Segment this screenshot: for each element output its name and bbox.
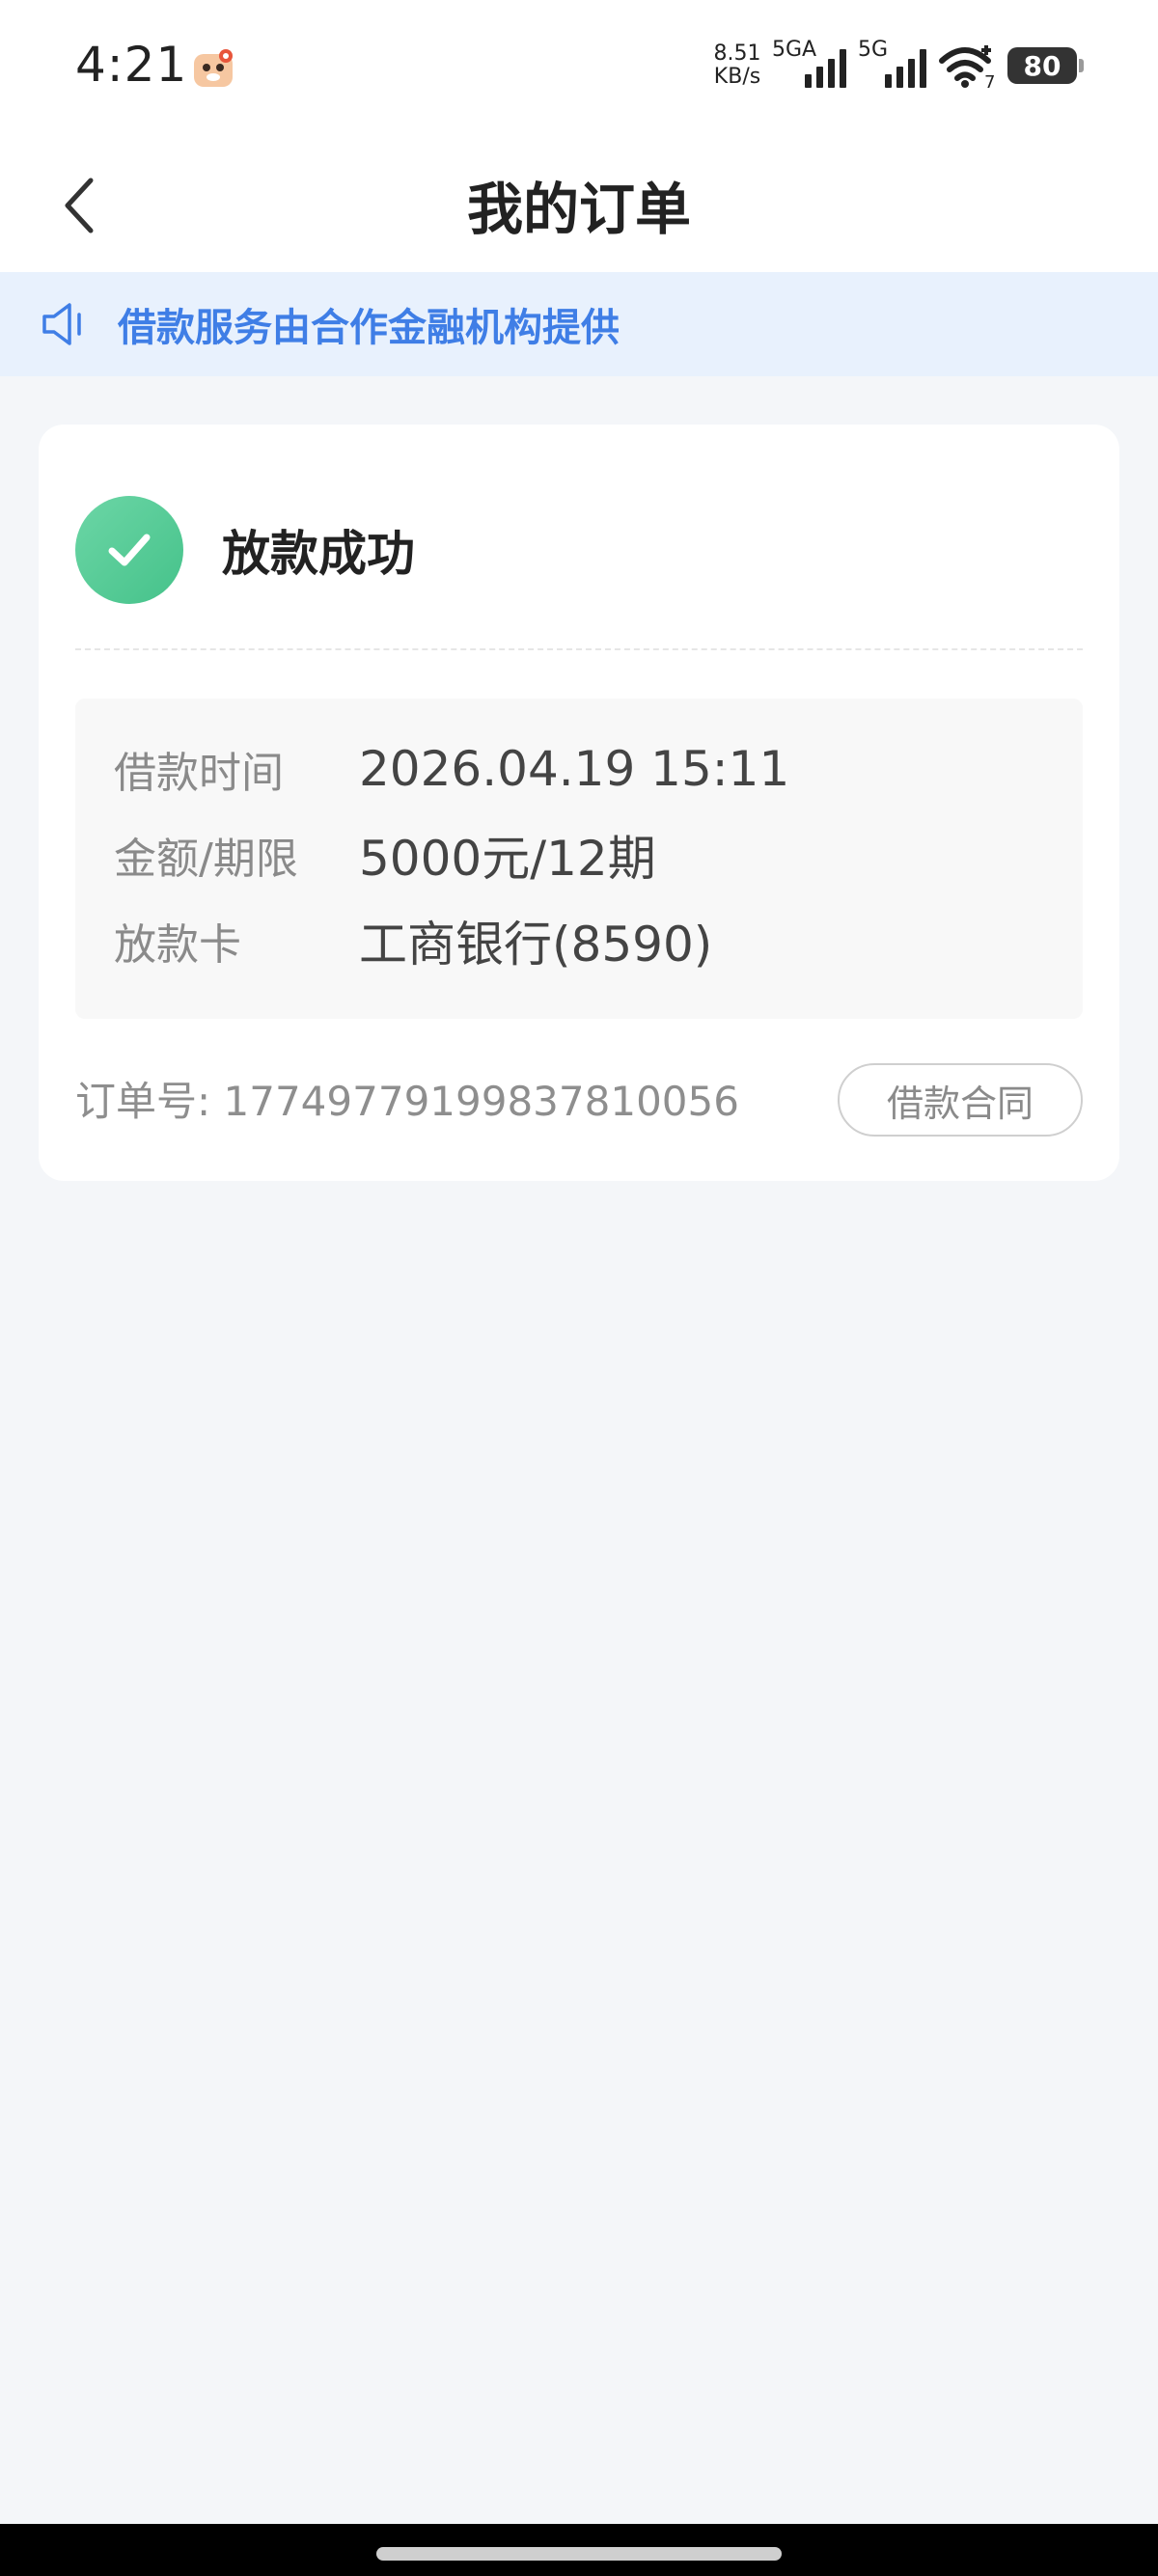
app-mascot-icon [194, 49, 233, 87]
wifi-icon: 7 [939, 45, 995, 90]
detail-value: 2026.04.19 15:11 [359, 741, 790, 797]
order-number: 订单号: 17749779199837810056 [75, 1069, 739, 1128]
notice-bar: 借款服务由合作金融机构提供 [0, 272, 1158, 376]
check-circle-icon [75, 496, 183, 604]
detail-label: 借款时间 [114, 749, 284, 798]
divider [75, 648, 1083, 650]
header: 我的订单 [0, 135, 1158, 272]
page-title: 我的订单 [466, 177, 691, 242]
loan-contract-button[interactable]: 借款合同 [838, 1063, 1083, 1137]
svg-text:7: 7 [984, 72, 995, 90]
system-nav-bar [0, 2524, 1158, 2576]
battery-icon: 80 [1007, 47, 1084, 84]
speaker-icon [42, 303, 81, 345]
signal-icon: 5GA [772, 38, 846, 88]
detail-value: 工商银行(8590) [359, 917, 713, 973]
order-number-label: 订单号: [75, 1078, 211, 1125]
detail-label: 金额/期限 [114, 835, 298, 884]
status-time: 4:21 [75, 37, 188, 93]
order-card[interactable]: 放款成功 借款时间 2026.04.19 15:11 金额/期限 5000元/1… [39, 425, 1119, 1181]
detail-row-amount-term: 金额/期限 5000元/12期 [114, 821, 656, 889]
status-text: 放款成功 [222, 526, 415, 582]
detail-row-loan-time: 借款时间 2026.04.19 15:11 [114, 735, 789, 803]
signal-icon-2: 5G [858, 38, 926, 88]
order-details: 借款时间 2026.04.19 15:11 金额/期限 5000元/12期 放款… [75, 699, 1083, 1019]
status-bar: 4:21 8.51 KB/s 5GA 5G 7 80 [0, 0, 1158, 135]
status-indicators: 8.51 KB/s 5GA 5G 7 80 [708, 38, 1084, 93]
network-speed: 8.51 KB/s [713, 41, 761, 89]
sim1-label: 5GA [772, 38, 817, 62]
detail-label: 放款卡 [114, 920, 241, 970]
detail-row-payout-card: 放款卡 工商银行(8590) [114, 907, 712, 974]
detail-value: 5000元/12期 [359, 831, 656, 887]
sim2-label: 5G [858, 38, 889, 62]
order-number-value: 17749779199837810056 [223, 1078, 739, 1125]
home-indicator[interactable] [376, 2547, 782, 2561]
order-status: 放款成功 [75, 496, 415, 604]
notice-text: 借款服务由合作金融机构提供 [118, 306, 620, 350]
